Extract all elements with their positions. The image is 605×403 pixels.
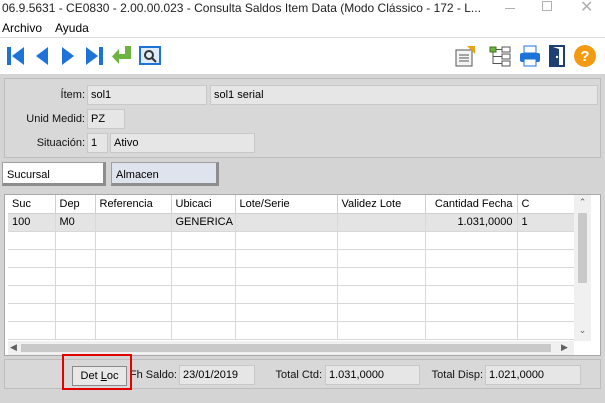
scroll-right-icon[interactable]: ▶ xyxy=(561,342,568,353)
total-disp-label: Total Disp: xyxy=(431,369,483,381)
total-ctd-label: Total Ctd: xyxy=(275,369,322,381)
item-code-field[interactable]: sol1 xyxy=(87,85,207,105)
vertical-scrollbar[interactable]: ⌃ ⌄ xyxy=(574,195,591,341)
report-icon[interactable] xyxy=(453,44,477,68)
situation-code-field[interactable]: 1 xyxy=(87,133,108,153)
tab-almacen[interactable]: Almacen xyxy=(111,162,219,186)
previous-record-icon[interactable] xyxy=(30,44,54,68)
help-icon[interactable]: ? xyxy=(573,44,597,68)
title-bar: 06.9.5631 - CE0830 - 2.00.00.023 - Consu… xyxy=(0,0,605,18)
main-area: Ítem: sol1 sol1 serial Unid Medid: PZ Si… xyxy=(0,74,605,403)
table-row[interactable] xyxy=(8,303,574,322)
column-header-suc[interactable]: Suc xyxy=(8,195,56,214)
column-header-validez-lote[interactable]: Validez Lote xyxy=(337,195,426,214)
balance-grid-panel: Suc Dep Referencia Ubicaci Lote/Serie Va… xyxy=(4,194,601,356)
cell-c[interactable]: 1 xyxy=(517,213,574,232)
horizontal-scroll-thumb[interactable] xyxy=(21,344,551,352)
table-row[interactable] xyxy=(8,249,574,268)
cell-lote-serie[interactable] xyxy=(235,213,338,232)
column-header-referencia[interactable]: Referencia xyxy=(95,195,172,214)
menu-archivo[interactable]: Archivo xyxy=(2,21,42,35)
tree-structure-icon[interactable] xyxy=(488,44,512,68)
menu-bar: Archivo Ayuda xyxy=(0,18,605,37)
situation-label: Situación: xyxy=(36,137,85,149)
fh-saldo-field[interactable]: 23/01/2019 xyxy=(179,365,255,385)
table-row[interactable] xyxy=(8,267,574,286)
cell-suc[interactable]: 100 xyxy=(8,213,56,232)
cell-dep[interactable]: M0 xyxy=(55,213,96,232)
maximize-icon[interactable] xyxy=(542,1,552,11)
search-icon[interactable] xyxy=(138,44,162,68)
highlight-annotation xyxy=(62,354,132,390)
tab-sucursal[interactable]: Sucursal xyxy=(2,162,106,186)
horizontal-scrollbar[interactable]: ◀ ▶ xyxy=(8,341,574,355)
item-label: Ítem: xyxy=(60,89,85,101)
table-row[interactable] xyxy=(8,321,574,340)
table-row[interactable] xyxy=(8,231,574,250)
last-record-icon[interactable] xyxy=(82,44,106,68)
exit-door-icon[interactable] xyxy=(546,44,570,68)
minimize-icon[interactable] xyxy=(505,8,515,9)
total-ctd-field[interactable]: 1.031,0000 xyxy=(325,365,420,385)
print-icon[interactable] xyxy=(518,44,542,68)
column-header-dep[interactable]: Dep xyxy=(55,195,96,214)
scroll-down-icon[interactable]: ⌄ xyxy=(577,325,588,336)
table-row[interactable]: 100 M0 GENERICA 1.031,0000 1 xyxy=(8,213,574,232)
column-header-ubicacion[interactable]: Ubicaci xyxy=(171,195,236,214)
unit-label: Unid Medid: xyxy=(26,113,85,125)
window-title: 06.9.5631 - CE0830 - 2.00.00.023 - Consu… xyxy=(2,1,481,15)
next-record-icon[interactable] xyxy=(56,44,80,68)
first-record-icon[interactable] xyxy=(4,44,28,68)
fh-saldo-label: Fh Saldo: xyxy=(129,369,177,381)
menu-ayuda[interactable]: Ayuda xyxy=(55,21,89,35)
column-header-lote-serie[interactable]: Lote/Serie xyxy=(235,195,338,214)
column-header-c[interactable]: C xyxy=(517,195,574,214)
cell-referencia[interactable] xyxy=(95,213,172,232)
header-panel: Ítem: sol1 sol1 serial Unid Medid: PZ Si… xyxy=(4,78,601,158)
grid-header-row: Suc Dep Referencia Ubicaci Lote/Serie Va… xyxy=(8,195,574,214)
vertical-scroll-thumb[interactable] xyxy=(578,213,587,283)
total-disp-field[interactable]: 1.021,0000 xyxy=(485,365,581,385)
cell-ubicacion[interactable]: GENERICA xyxy=(171,213,236,232)
cell-validez-lote[interactable] xyxy=(337,213,426,232)
cell-cantidad-fecha[interactable]: 1.031,0000 xyxy=(425,213,518,232)
unit-field[interactable]: PZ xyxy=(87,109,125,129)
close-icon[interactable]: ✕ xyxy=(580,0,593,17)
scroll-up-icon[interactable]: ⌃ xyxy=(577,197,588,208)
situation-description-field[interactable]: Ativo xyxy=(110,133,255,153)
column-header-cantidad-fecha[interactable]: Cantidad Fecha xyxy=(425,195,518,214)
return-icon[interactable] xyxy=(110,44,134,68)
balance-grid[interactable]: Suc Dep Referencia Ubicaci Lote/Serie Va… xyxy=(8,195,574,341)
table-row[interactable] xyxy=(8,285,574,304)
item-description-field[interactable]: sol1 serial xyxy=(210,85,598,105)
scroll-left-icon[interactable]: ◀ xyxy=(10,342,17,353)
toolbar: ? xyxy=(0,37,605,74)
svg-text:?: ? xyxy=(580,48,589,65)
